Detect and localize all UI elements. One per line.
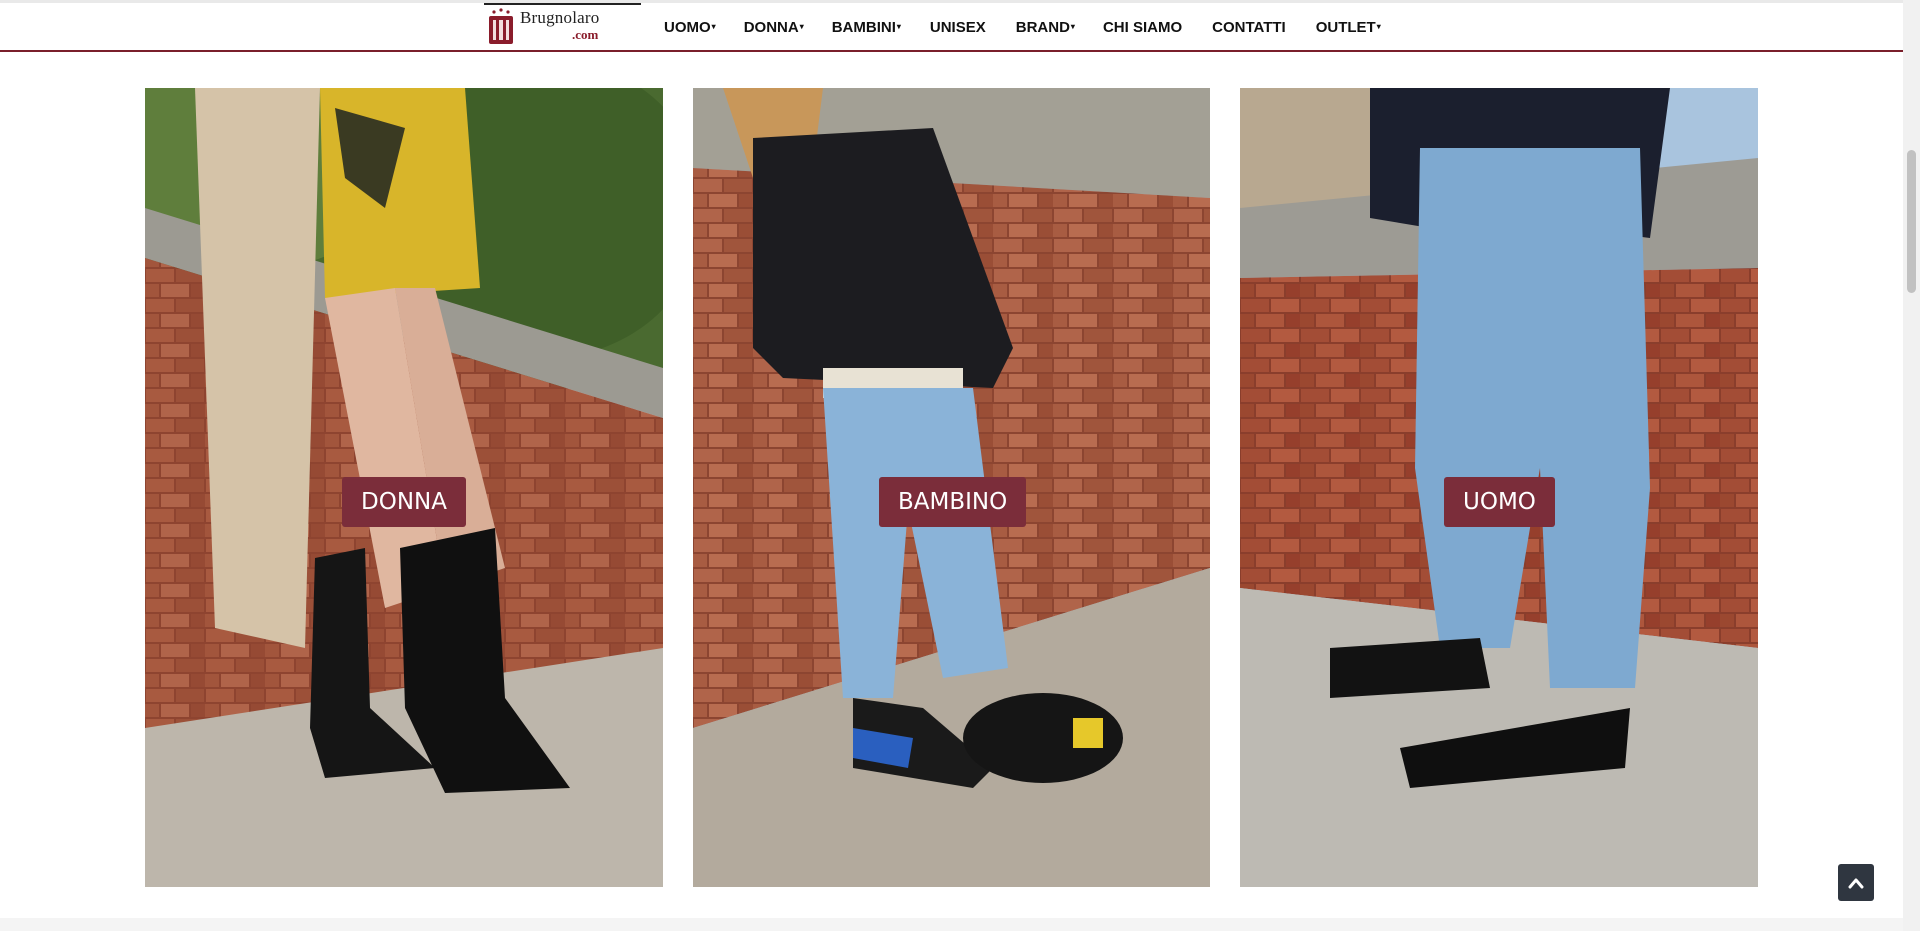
chevron-down-icon: ▾	[799, 22, 804, 31]
nav-item-label: DONNA	[743, 19, 799, 36]
nav-item-contatti[interactable]: CONTATTI	[1212, 19, 1286, 36]
nav-item-bambini[interactable]: BAMBINI ▾	[832, 19, 901, 36]
nav-item-label: UNISEX	[929, 19, 986, 36]
scrollbar-thumb[interactable]	[1907, 150, 1916, 293]
chevron-down-icon: ▾	[896, 22, 901, 31]
nav-item-label: UOMO	[664, 19, 711, 36]
nav-item-label: CHI SIAMO	[1102, 19, 1183, 36]
brand-domain: .com	[572, 27, 599, 42]
main-nav: UOMO ▾ DONNA ▾ BAMBINI ▾ UNISEX BRAND ▾ CHI …	[664, 19, 1381, 36]
nav-item-outlet[interactable]: OUTLET ▾	[1316, 19, 1381, 36]
category-tile-bambino[interactable]: BAMBINO	[693, 88, 1210, 887]
chevron-down-icon: ▾	[1070, 22, 1075, 31]
category-label-bambino: BAMBINO	[879, 477, 1027, 527]
nav-item-uomo[interactable]: UOMO ▾	[664, 19, 716, 36]
nav-item-label: BRAND	[1015, 19, 1070, 36]
category-tile-uomo[interactable]: UOMO	[1240, 88, 1758, 887]
brand-name: Brugnolaro	[520, 8, 600, 27]
brand-wordmark: Brugnolaro .com	[520, 9, 599, 41]
nav-item-chi-siamo[interactable]: CHI SIAMO	[1103, 19, 1182, 36]
category-label-uomo: UOMO	[1444, 477, 1555, 527]
back-to-top-button[interactable]	[1838, 864, 1874, 901]
category-label-donna: DONNA	[342, 477, 466, 527]
category-tile-donna[interactable]: DONNA	[145, 88, 663, 887]
chevron-down-icon: ▾	[711, 22, 716, 31]
page-scrollbar[interactable]	[1903, 0, 1920, 931]
site-header: Brugnolaro .com UOMO ▾ DONNA ▾ BAMBINI ▾ UN…	[0, 0, 1903, 52]
chevron-up-icon	[1848, 878, 1864, 888]
chevron-down-icon: ▾	[1376, 22, 1381, 31]
brand-monogram-icon	[488, 7, 514, 45]
nav-item-unisex[interactable]: UNISEX	[930, 19, 986, 36]
nav-item-label: OUTLET	[1315, 19, 1376, 36]
nav-item-label: CONTATTI	[1212, 19, 1286, 36]
nav-item-brand[interactable]: BRAND ▾	[1016, 19, 1075, 36]
nav-item-donna[interactable]: DONNA ▾	[744, 19, 804, 36]
nav-item-label: BAMBINI	[831, 19, 896, 36]
brand-logo[interactable]: Brugnolaro .com	[484, 3, 641, 47]
next-section-edge	[0, 918, 1903, 931]
header-top-line	[0, 0, 1903, 3]
